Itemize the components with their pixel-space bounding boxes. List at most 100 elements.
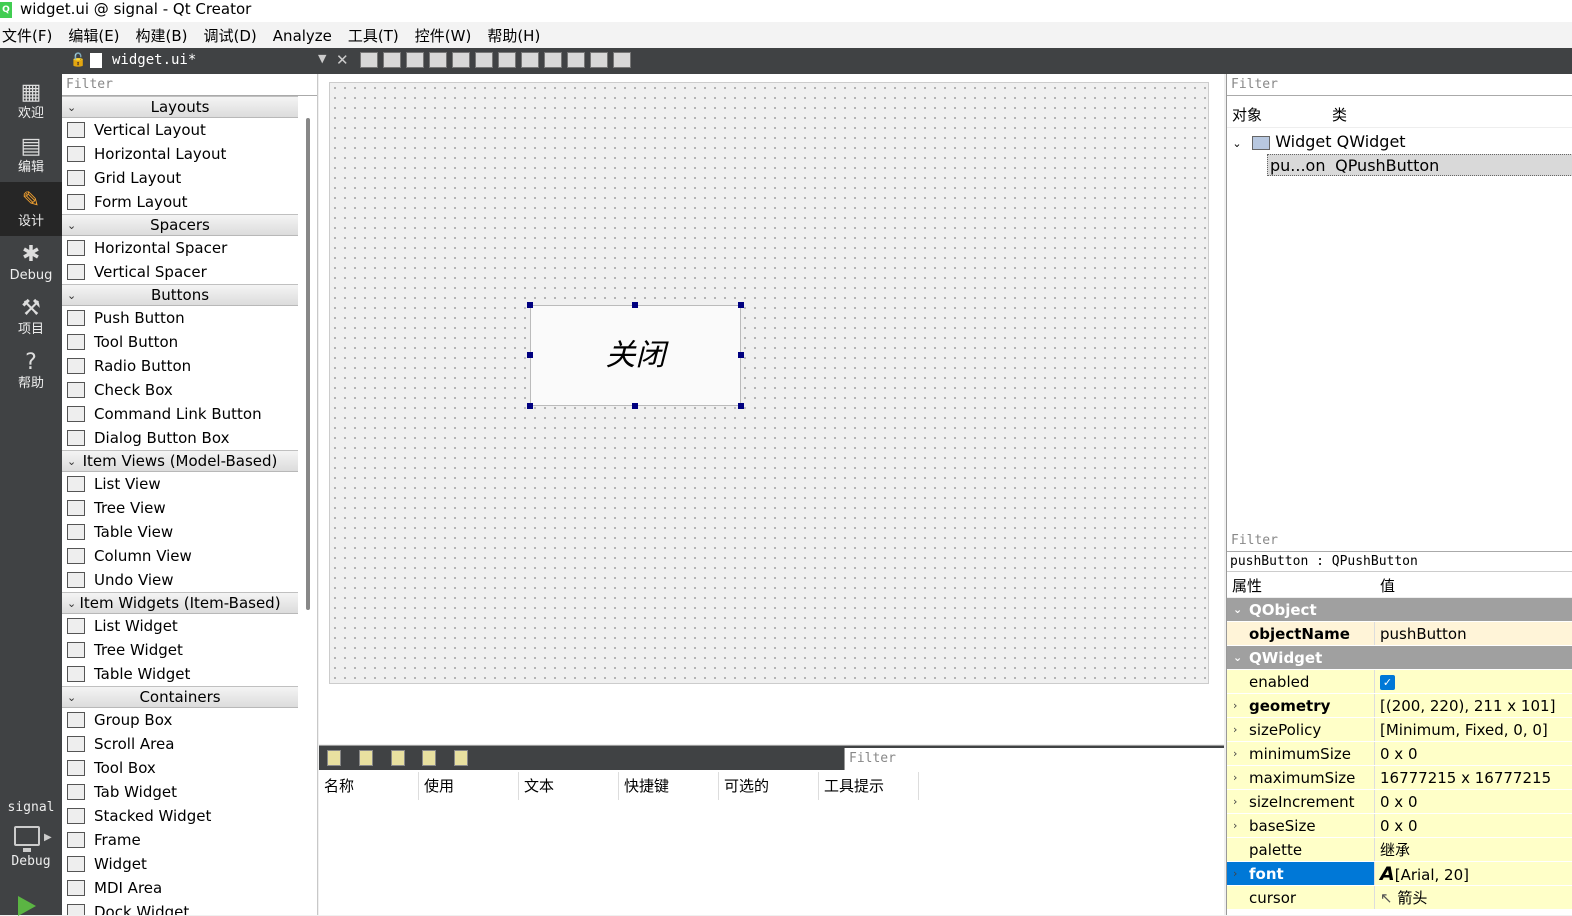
property-editor-filter-input[interactable]: Filter (1227, 530, 1572, 552)
tree-row-widget[interactable]: ⌄ Widget QWidget (1227, 130, 1572, 154)
widget-item[interactable]: Table Widget (62, 662, 298, 686)
mode-design[interactable]: ✎ 设计 (0, 182, 62, 236)
property-value[interactable]: ↖ 箭头 (1375, 886, 1572, 909)
new-action-icon[interactable] (327, 750, 341, 766)
menu-debug[interactable]: 调试(D) (202, 22, 265, 48)
menu-help[interactable]: 帮助(H) (485, 22, 548, 48)
widget-item[interactable]: Vertical Layout (62, 118, 298, 142)
expand-chevron-icon[interactable]: › (1233, 814, 1237, 838)
resize-handle-w[interactable] (527, 352, 533, 358)
copy-action-icon[interactable] (358, 750, 373, 766)
menu-controls[interactable]: 控件(W) (413, 22, 480, 48)
mode-welcome[interactable]: ▦ 欢迎 (0, 74, 62, 128)
object-inspector-filter-input[interactable]: Filter (1227, 74, 1572, 96)
resize-handle-ne[interactable] (738, 302, 744, 308)
edit-widgets-icon[interactable] (360, 52, 378, 68)
widget-item[interactable]: Tree View (62, 496, 298, 520)
widget-item[interactable]: Stacked Widget (62, 804, 298, 828)
expand-chevron-icon[interactable]: › (1233, 862, 1237, 886)
column-name[interactable]: 名称 (319, 772, 419, 800)
expand-chevron-icon[interactable]: › (1233, 694, 1237, 718)
widget-item[interactable]: Grid Layout (62, 166, 298, 190)
property-row[interactable]: › sizeIncrement 0 x 0 (1227, 790, 1572, 814)
widget-category-header[interactable]: ⌄ Containers (62, 686, 298, 708)
menu-tools[interactable]: 工具(T) (346, 22, 407, 48)
mode-edit[interactable]: ▤ 编辑 (0, 128, 62, 182)
property-row[interactable]: › baseSize 0 x 0 (1227, 814, 1572, 838)
document-dropdown-icon[interactable]: ▼ (318, 52, 326, 65)
expand-chevron-icon[interactable]: › (1233, 742, 1237, 766)
property-section-header[interactable]: ⌄ QWidget (1227, 646, 1572, 670)
property-row[interactable]: › geometry [(200, 220), 211 x 101] (1227, 694, 1572, 718)
open-document-name[interactable]: widget.ui* (112, 52, 196, 68)
widget-item[interactable]: Tree Widget (62, 638, 298, 662)
property-row[interactable]: enabled ✓ (1227, 670, 1572, 694)
property-value[interactable]: 继承 (1375, 838, 1572, 861)
widget-item[interactable]: Form Layout (62, 190, 298, 214)
property-value[interactable]: A[Arial, 20] (1375, 862, 1572, 885)
resize-handle-nw[interactable] (527, 302, 533, 308)
layout-horizontal-icon[interactable] (452, 52, 470, 68)
resize-handle-s[interactable] (632, 403, 638, 409)
resize-handle-n[interactable] (632, 302, 638, 308)
menu-analyze[interactable]: Analyze (271, 22, 340, 48)
form-canvas[interactable]: 关闭 (329, 82, 1209, 684)
property-value[interactable]: [Minimum, Fixed, 0, 0] (1375, 718, 1572, 741)
column-tooltip[interactable]: 工具提示 (819, 772, 919, 800)
column-text[interactable]: 文本 (519, 772, 619, 800)
widget-item[interactable]: Command Link Button (62, 402, 298, 426)
delete-action-icon[interactable] (422, 750, 437, 766)
widget-item[interactable]: Dialog Button Box (62, 426, 298, 450)
widget-item[interactable]: MDI Area (62, 876, 298, 900)
enabled-checkbox[interactable]: ✓ (1380, 675, 1395, 690)
widget-category-header[interactable]: ⌄ Spacers (62, 214, 298, 236)
column-checkable[interactable]: 可选的 (719, 772, 819, 800)
edit-tab-order-icon[interactable] (429, 52, 447, 68)
break-layout-icon[interactable] (590, 52, 608, 68)
widget-item[interactable]: Radio Button (62, 354, 298, 378)
layout-grid-icon[interactable] (544, 52, 562, 68)
menu-edit[interactable]: 编辑(E) (66, 22, 127, 48)
form-push-button[interactable]: 关闭 (530, 305, 741, 406)
widget-item[interactable]: Group Box (62, 708, 298, 732)
widget-item[interactable]: Tool Button (62, 330, 298, 354)
expand-chevron-icon[interactable]: › (1233, 718, 1237, 742)
widget-item[interactable]: Frame (62, 828, 298, 852)
property-value[interactable]: 0 x 0 (1375, 814, 1572, 837)
widget-item[interactable]: List View (62, 472, 298, 496)
property-value[interactable]: 16777215 x 16777215 (1375, 766, 1572, 789)
mode-help[interactable]: ? 帮助 (0, 344, 62, 398)
widget-item[interactable]: Horizontal Layout (62, 142, 298, 166)
property-row[interactable]: › sizePolicy [Minimum, Fixed, 0, 0] (1227, 718, 1572, 742)
widget-item[interactable]: Horizontal Spacer (62, 236, 298, 260)
widget-item[interactable]: Scroll Area (62, 732, 298, 756)
widget-item[interactable]: Tab Widget (62, 780, 298, 804)
column-shortcut[interactable]: 快捷键 (619, 772, 719, 800)
edit-signals-slots-icon[interactable] (383, 52, 401, 68)
resize-handle-se[interactable] (738, 403, 744, 409)
widget-item[interactable]: Column View (62, 544, 298, 568)
property-row[interactable]: objectName pushButton (1227, 622, 1572, 646)
expand-chevron-icon[interactable]: › (1233, 790, 1237, 814)
property-value[interactable]: pushButton (1375, 622, 1572, 645)
widget-item[interactable]: Push Button (62, 306, 298, 330)
property-value[interactable]: 0 x 0 (1375, 790, 1572, 813)
adjust-size-icon[interactable] (613, 52, 631, 68)
property-value[interactable]: ✓ (1375, 670, 1572, 693)
column-class[interactable]: 类 (1327, 100, 1347, 127)
close-document-icon[interactable]: ✕ (336, 51, 349, 69)
widget-item[interactable]: Undo View (62, 568, 298, 592)
widget-box-filter-input[interactable]: Filter (62, 74, 317, 96)
column-value[interactable]: 值 (1375, 572, 1395, 597)
widget-category-header[interactable]: ⌄ Layouts (62, 96, 298, 118)
widget-category-header[interactable]: ⌄ Item Widgets (Item-Based) (62, 592, 298, 614)
layout-vertical-icon[interactable] (475, 52, 493, 68)
property-row[interactable]: cursor ↖ 箭头 (1227, 886, 1572, 910)
mode-projects[interactable]: ⚒ 项目 (0, 290, 62, 344)
column-used[interactable]: 使用 (419, 772, 519, 800)
column-object[interactable]: 对象 (1227, 100, 1327, 127)
splitter-horizontal-icon[interactable] (498, 52, 516, 68)
widget-item[interactable]: Check Box (62, 378, 298, 402)
paste-action-icon[interactable] (390, 750, 405, 766)
widget-item[interactable]: Vertical Spacer (62, 260, 298, 284)
